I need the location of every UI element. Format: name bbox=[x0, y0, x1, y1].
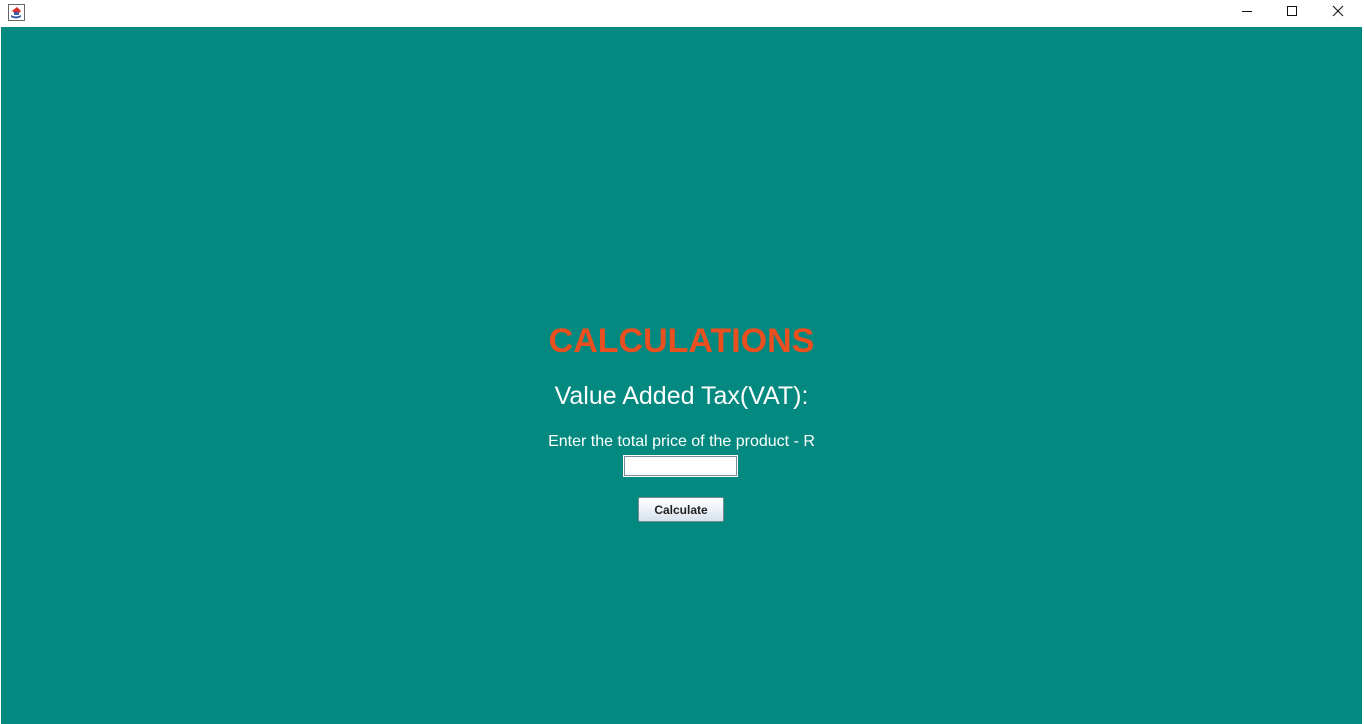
close-button[interactable] bbox=[1315, 0, 1361, 25]
app-window: CALCULATIONS Value Added Tax(VAT): Enter… bbox=[0, 0, 1364, 724]
maximize-icon bbox=[1286, 4, 1298, 22]
vat-panel: CALCULATIONS Value Added Tax(VAT): Enter… bbox=[1, 27, 1362, 724]
page-title: CALCULATIONS bbox=[548, 322, 815, 360]
title-bar[interactable] bbox=[0, 0, 1364, 27]
maximize-button[interactable] bbox=[1269, 0, 1315, 25]
calculate-button[interactable]: Calculate bbox=[638, 497, 724, 522]
section-title: Value Added Tax(VAT): bbox=[554, 382, 809, 410]
price-prompt-label: Enter the total price of the product - R bbox=[548, 433, 815, 450]
close-icon bbox=[1332, 4, 1344, 22]
minimize-button[interactable] bbox=[1224, 0, 1270, 25]
price-input[interactable] bbox=[623, 455, 738, 477]
minimize-icon bbox=[1241, 4, 1253, 22]
java-coffee-cup-icon[interactable] bbox=[8, 4, 25, 21]
